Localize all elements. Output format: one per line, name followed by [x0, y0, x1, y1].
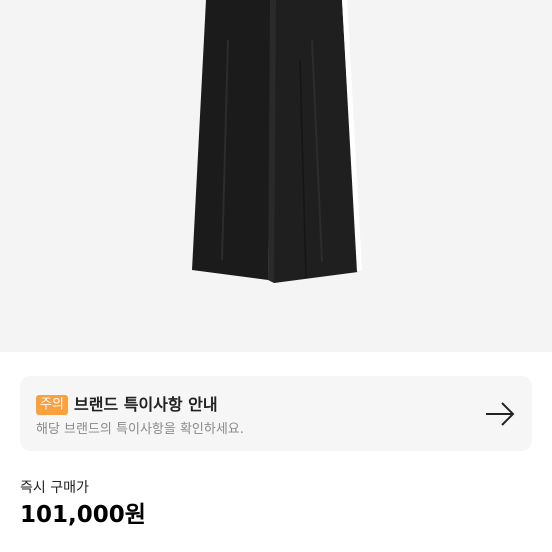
- price-value: 101,000원: [20, 502, 146, 528]
- price-label: 즉시 구매가: [20, 480, 89, 496]
- product-image[interactable]: [0, 0, 552, 352]
- track-pants-image: [192, 0, 362, 283]
- notice-title: 브랜드 특이사항 안내: [74, 395, 218, 414]
- notice-description: 해당 브랜드의 특이사항을 확인하세요.: [36, 422, 244, 437]
- caution-badge: 주의: [36, 395, 68, 415]
- brand-notice-card[interactable]: 주의 브랜드 특이사항 안내 해당 브랜드의 특이사항을 확인하세요.: [20, 376, 532, 451]
- arrow-right-icon[interactable]: [484, 400, 516, 428]
